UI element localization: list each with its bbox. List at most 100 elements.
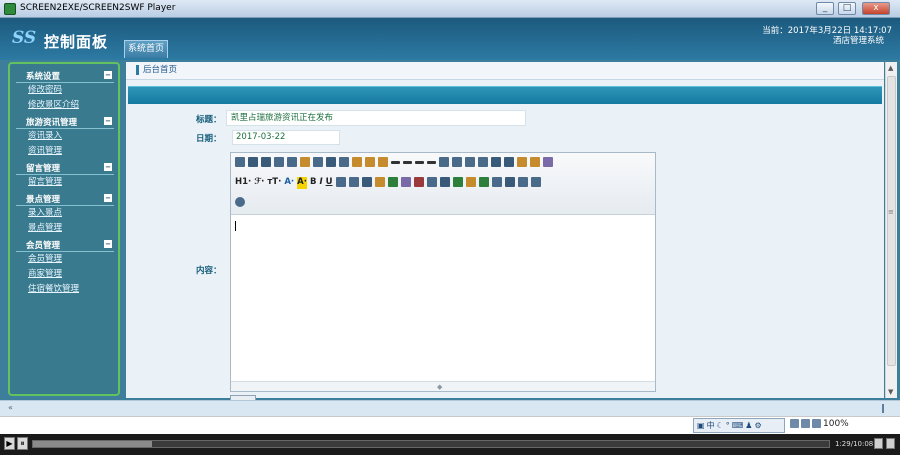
subscript-icon[interactable] [491, 157, 501, 167]
sidebar-item-change-password[interactable]: 修改密码 [14, 83, 114, 98]
font-color-button[interactable]: A· [284, 177, 294, 189]
map-icon[interactable] [478, 177, 489, 187]
strikethrough-icon[interactable] [335, 177, 346, 187]
print-icon[interactable] [287, 157, 297, 167]
date-input[interactable]: 2017-03-22 [232, 130, 340, 145]
sidebar-item-news-entry[interactable]: 资讯录入 [14, 129, 114, 144]
collapse-icon[interactable]: − [104, 240, 112, 248]
code-icon[interactable] [313, 157, 323, 167]
paste-text-icon[interactable] [365, 157, 375, 167]
align-right-icon[interactable] [415, 161, 424, 164]
collapse-icon[interactable]: − [104, 194, 112, 202]
unlink-icon[interactable] [530, 177, 541, 187]
playback-progress-bar[interactable] [32, 440, 830, 448]
sidebar-item-spot-manage[interactable]: 景点管理 [14, 221, 114, 236]
copy-icon[interactable] [339, 157, 349, 167]
close-button[interactable]: x [862, 2, 890, 15]
sidebar-item-lodging-dining-manage[interactable]: 住宿餐饮管理 [14, 282, 114, 297]
player-fullscreen-icon[interactable] [874, 438, 883, 449]
unordered-list-icon[interactable] [452, 157, 462, 167]
redo-icon[interactable] [261, 157, 271, 167]
editor-content-area[interactable] [231, 215, 655, 381]
font-family-dropdown[interactable]: ℱ· [254, 177, 264, 189]
sidebar-item-message-manage[interactable]: 留言管理 [14, 175, 114, 190]
image-icon[interactable] [374, 177, 385, 187]
table-icon[interactable] [439, 177, 450, 187]
attachment-icon[interactable] [426, 177, 437, 187]
sidebar-item-merchant-manage[interactable]: 商家管理 [14, 267, 114, 282]
flash-icon[interactable] [400, 177, 411, 187]
source-icon[interactable] [235, 157, 245, 167]
ime-keyboard-icon[interactable]: ⌨ [732, 421, 744, 430]
page-break-icon[interactable] [491, 177, 502, 187]
zoom-control[interactable]: 100% [790, 419, 849, 429]
remove-format-icon[interactable] [361, 177, 372, 187]
ime-moon-icon[interactable]: ☾ [717, 421, 724, 430]
horizontal-scroll-strip[interactable]: « [0, 400, 900, 416]
magnifier-icon[interactable] [812, 419, 821, 428]
ime-toolbar[interactable]: ▣ 中 ☾ ° ⌨ ♟ ⚙ [693, 418, 785, 433]
scrollbar-thumb[interactable] [887, 76, 896, 366]
bold-button[interactable]: B [310, 177, 316, 189]
maximize-button[interactable]: □ [838, 2, 856, 15]
scroll-up-icon[interactable]: ▲ [888, 64, 893, 72]
scroll-left-icon[interactable]: « [8, 403, 13, 412]
tab-system-home[interactable]: 系统首页 [124, 40, 168, 58]
help-icon[interactable] [235, 197, 245, 207]
clear-format-icon[interactable] [517, 157, 527, 167]
paste-icon[interactable] [352, 157, 362, 167]
editor-resize-handle[interactable]: ◆ [231, 381, 655, 391]
underline-button[interactable]: U [326, 177, 333, 189]
highlight-color-button[interactable]: A· [297, 177, 307, 189]
ime-tools-icon[interactable]: ⚙ [754, 421, 761, 430]
preview-icon[interactable] [274, 157, 284, 167]
sidebar-group-members[interactable]: 会员管理 − [14, 236, 114, 252]
font-size-dropdown[interactable]: тT· [267, 177, 281, 189]
align-left-icon[interactable] [391, 161, 400, 164]
fullscreen-icon[interactable] [543, 157, 553, 167]
sidebar-item-news-manage[interactable]: 资讯管理 [14, 144, 114, 159]
pause-button[interactable]: ⏸ [17, 437, 28, 450]
speaker-icon[interactable] [801, 419, 810, 428]
player-exit-icon[interactable] [886, 438, 895, 449]
ordered-list-icon[interactable] [439, 157, 449, 167]
collapse-icon[interactable]: − [104, 163, 112, 171]
horizontal-rule-icon[interactable] [452, 177, 463, 187]
ime-language[interactable]: 中 [707, 420, 715, 431]
media-icon[interactable] [413, 177, 424, 187]
template-icon[interactable] [300, 157, 310, 167]
emoticon-icon[interactable] [465, 177, 476, 187]
anchor-icon[interactable] [504, 177, 515, 187]
italic-button[interactable]: I [319, 177, 322, 189]
play-button[interactable]: ▶ [4, 437, 15, 450]
line-height-icon[interactable] [348, 177, 359, 187]
title-input[interactable]: 凯里占瑞旅游资讯正在发布 [226, 110, 526, 126]
ime-user-icon[interactable]: ♟ [745, 421, 752, 430]
sidebar-item-edit-scenic-intro[interactable]: 修改景区介绍 [14, 98, 114, 113]
paste-word-icon[interactable] [378, 157, 388, 167]
align-center-icon[interactable] [403, 161, 412, 164]
sidebar-item-member-manage[interactable]: 会员管理 [14, 252, 114, 267]
minimize-button[interactable]: _ [816, 2, 834, 15]
page-scrollbar[interactable]: ▲ ≡ ▼ [885, 62, 897, 398]
sidebar-group-system-settings[interactable]: 系统设置 − [14, 67, 114, 83]
ime-mode-icon[interactable]: ▣ [697, 421, 705, 430]
sidebar-group-travel-news[interactable]: 旅游资讯管理 − [14, 113, 114, 129]
sidebar-group-scenic-spots[interactable]: 景点管理 − [14, 190, 114, 206]
align-justify-icon[interactable] [427, 161, 436, 164]
collapse-icon[interactable]: − [104, 71, 112, 79]
select-all-icon[interactable] [530, 157, 540, 167]
collapse-icon[interactable]: − [104, 117, 112, 125]
heading-dropdown[interactable]: H1· [235, 177, 251, 189]
link-icon[interactable] [517, 177, 528, 187]
superscript-icon[interactable] [504, 157, 514, 167]
sidebar-item-add-spot[interactable]: 录入景点 [14, 206, 114, 221]
outdent-icon[interactable] [478, 157, 488, 167]
sidebar-group-messages[interactable]: 留言管理 − [14, 159, 114, 175]
indent-icon[interactable] [465, 157, 475, 167]
ime-punct-icon[interactable]: ° [726, 421, 730, 430]
undo-icon[interactable] [248, 157, 258, 167]
cut-icon[interactable] [326, 157, 336, 167]
multi-image-icon[interactable] [387, 177, 398, 187]
scroll-down-icon[interactable]: ▼ [888, 388, 893, 396]
